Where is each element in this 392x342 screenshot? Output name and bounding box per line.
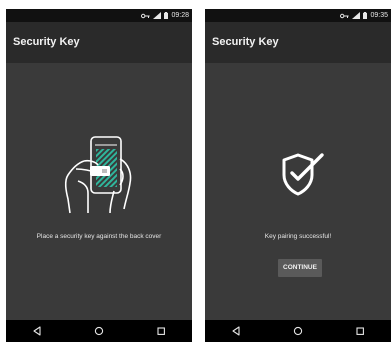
status-time: 09:28 <box>171 12 189 19</box>
vpn-key-icon <box>141 13 151 19</box>
instruction-text: Place a security key against the back co… <box>36 233 162 240</box>
nav-home-button[interactable] <box>283 320 313 342</box>
app-title: Security Key <box>212 36 279 48</box>
home-icon <box>94 326 104 336</box>
app-title: Security Key <box>13 36 80 48</box>
home-icon <box>293 326 303 336</box>
recents-icon <box>356 327 364 335</box>
content-area: Key pairing successful! CONTINUE <box>205 63 391 328</box>
app-bar: Security Key <box>6 22 192 63</box>
nav-home-button[interactable] <box>84 320 114 342</box>
nav-back-button[interactable] <box>221 320 251 342</box>
back-icon <box>232 326 240 336</box>
continue-button[interactable]: CONTINUE <box>278 259 322 277</box>
signal-icon <box>352 12 361 19</box>
battery-icon <box>363 12 368 19</box>
status-bar: 09:35 <box>205 9 391 22</box>
phone-with-security-key-icon <box>54 129 146 222</box>
content-area: Place a security key against the back co… <box>6 63 192 328</box>
battery-icon <box>164 12 169 19</box>
navigation-bar <box>205 320 391 342</box>
back-icon <box>33 326 41 336</box>
phone-screen-success: 09:35 Security Key Key pairing successfu… <box>205 9 391 342</box>
vpn-key-icon <box>340 13 350 19</box>
status-time: 09:35 <box>370 12 388 19</box>
phone-screen-instruction: 09:28 Security Key Place a security key … <box>6 9 192 342</box>
navigation-bar <box>6 320 192 342</box>
nav-back-button[interactable] <box>22 320 52 342</box>
recents-icon <box>157 327 165 335</box>
signal-icon <box>153 12 162 19</box>
success-text: Key pairing successful! <box>264 233 332 240</box>
app-bar: Security Key <box>205 22 391 63</box>
nav-recents-button[interactable] <box>146 320 176 342</box>
nav-recents-button[interactable] <box>345 320 375 342</box>
status-bar: 09:28 <box>6 9 192 22</box>
shield-check-icon <box>278 149 330 206</box>
